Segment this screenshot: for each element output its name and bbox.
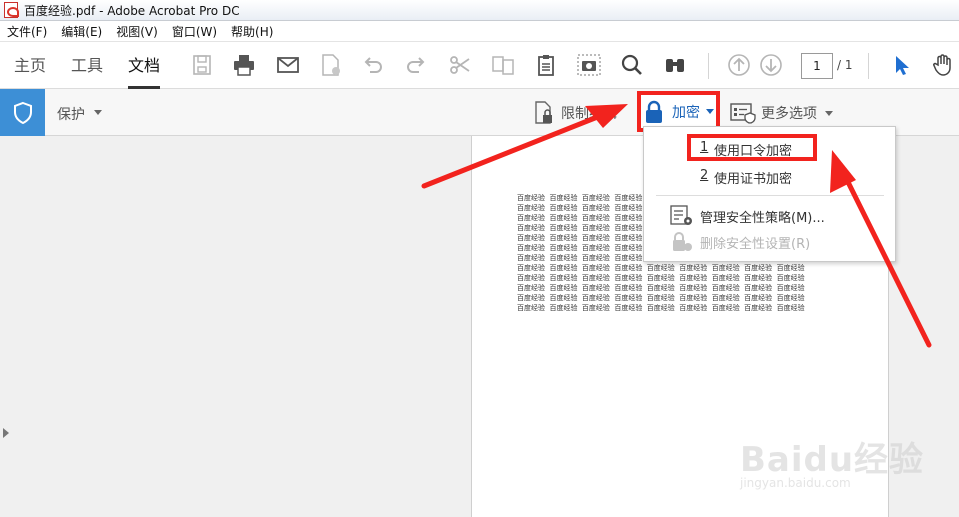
encrypt-label: 加密 — [672, 104, 700, 121]
menu-item-number: 2 — [700, 168, 709, 183]
email-icon[interactable] — [276, 53, 300, 77]
baidu-watermark: Baidu经验 jingyan.baidu.com — [740, 430, 950, 510]
menu-item-number: 1 — [700, 140, 709, 155]
acrobat-window: 百度经验.pdf - Adobe Acrobat Pro DC 文件(F) 编辑… — [0, 0, 959, 517]
more-options-label: 更多选项 — [761, 106, 817, 122]
watermark-brand: Baidu经验 — [740, 440, 925, 480]
window-title: 百度经验.pdf - Adobe Acrobat Pro DC — [24, 3, 240, 18]
save-icon[interactable] — [190, 53, 214, 77]
restrict-edit-label: 限制编辑 — [561, 106, 617, 122]
chevron-down-icon — [825, 110, 833, 116]
menu-bar: 文件(F) 编辑(E) 视图(V) 窗口(W) 帮助(H) — [0, 21, 959, 42]
shield-icon — [13, 101, 32, 124]
tab-document[interactable]: 文档 — [128, 42, 161, 89]
tab-tools[interactable]: 工具 — [71, 42, 103, 89]
menu-view[interactable]: 视图(V) — [109, 23, 165, 40]
menu-item-certificate-encrypt[interactable]: 2 使用证书加密 — [644, 168, 895, 190]
print-icon[interactable] — [232, 53, 256, 77]
encrypt-dropdown-menu: 1 使用口令加密 2 使用证书加密 管理安全性策略(M)... 删除安全性设置(… — [643, 126, 896, 262]
menu-separator — [656, 195, 884, 196]
menu-item-remove-security: 删除安全性设置(R) — [644, 232, 895, 255]
manage-policy-icon — [670, 205, 692, 225]
pdf-sign-icon[interactable] — [319, 53, 343, 77]
protect-tool-tile[interactable] — [0, 89, 45, 136]
toolbar-separator — [708, 53, 709, 79]
clipboard-icon[interactable] — [534, 53, 558, 77]
page-number-input[interactable]: 1 — [801, 53, 833, 79]
panel-expand-icon[interactable] — [3, 428, 9, 438]
watermark-url: jingyan.baidu.com — [740, 476, 851, 490]
tab-home[interactable]: 主页 — [14, 42, 46, 89]
menu-item-label: 使用口令加密 — [714, 144, 793, 159]
page-text-line: 百度经验 百度经验 百度经验 百度经验 百度经验 百度经验 百度经验 百度经验 … — [517, 274, 805, 282]
undo-icon[interactable] — [361, 53, 385, 77]
compare-icon[interactable] — [491, 53, 515, 77]
menu-item-label: 管理安全性策略(M)... — [700, 211, 825, 226]
menu-item-manage-policies[interactable]: 管理安全性策略(M)... — [644, 205, 895, 229]
scissors-icon[interactable] — [448, 53, 472, 77]
page-down-icon[interactable] — [759, 53, 783, 77]
more-options-button[interactable]: 更多选项 — [730, 100, 833, 126]
search-icon[interactable] — [620, 53, 644, 77]
pointer-icon[interactable] — [890, 53, 914, 77]
more-options-icon — [730, 103, 756, 124]
lock-icon — [646, 100, 662, 123]
protect-label[interactable]: 保护 — [57, 104, 85, 124]
menu-edit[interactable]: 编辑(E) — [54, 23, 109, 40]
restrict-edit-button[interactable]: 限制编辑 — [533, 98, 617, 128]
menu-help[interactable]: 帮助(H) — [224, 23, 280, 40]
chevron-down-icon — [706, 109, 714, 114]
menu-item-label: 删除安全性设置(R) — [700, 237, 811, 252]
chevron-down-icon[interactable] — [94, 110, 102, 115]
redo-icon[interactable] — [404, 53, 428, 77]
acrobat-app-icon — [4, 2, 19, 18]
camera-icon[interactable] — [577, 53, 601, 77]
document-lock-icon — [535, 101, 552, 124]
page-total: / 1 — [837, 58, 853, 72]
page-text-line: 百度经验 百度经验 百度经验 百度经验 百度经验 百度经验 百度经验 百度经验 … — [517, 284, 805, 292]
page-text-line: 百度经验 百度经验 百度经验 百度经验 百度经验 百度经验 百度经验 百度经验 … — [517, 294, 805, 302]
menu-file[interactable]: 文件(F) — [0, 23, 54, 40]
page-text-line: 百度经验 百度经验 百度经验 百度经验 百度经验 百度经验 百度经验 百度经验 … — [517, 264, 805, 272]
page-text-line: 百度经验 百度经验 百度经验 百度经验 百度经验 百度经验 百度经验 百度经验 … — [517, 304, 805, 312]
menu-item-label: 使用证书加密 — [714, 172, 793, 187]
hand-icon[interactable] — [931, 53, 955, 77]
binoculars-icon[interactable] — [663, 53, 687, 77]
menu-item-password-encrypt[interactable]: 1 使用口令加密 — [644, 140, 895, 162]
menu-window[interactable]: 窗口(W) — [165, 23, 224, 40]
remove-security-icon — [673, 232, 692, 251]
page-up-icon[interactable] — [727, 53, 751, 77]
title-bar: 百度经验.pdf - Adobe Acrobat Pro DC — [0, 0, 959, 21]
toolbar-separator — [868, 53, 869, 79]
